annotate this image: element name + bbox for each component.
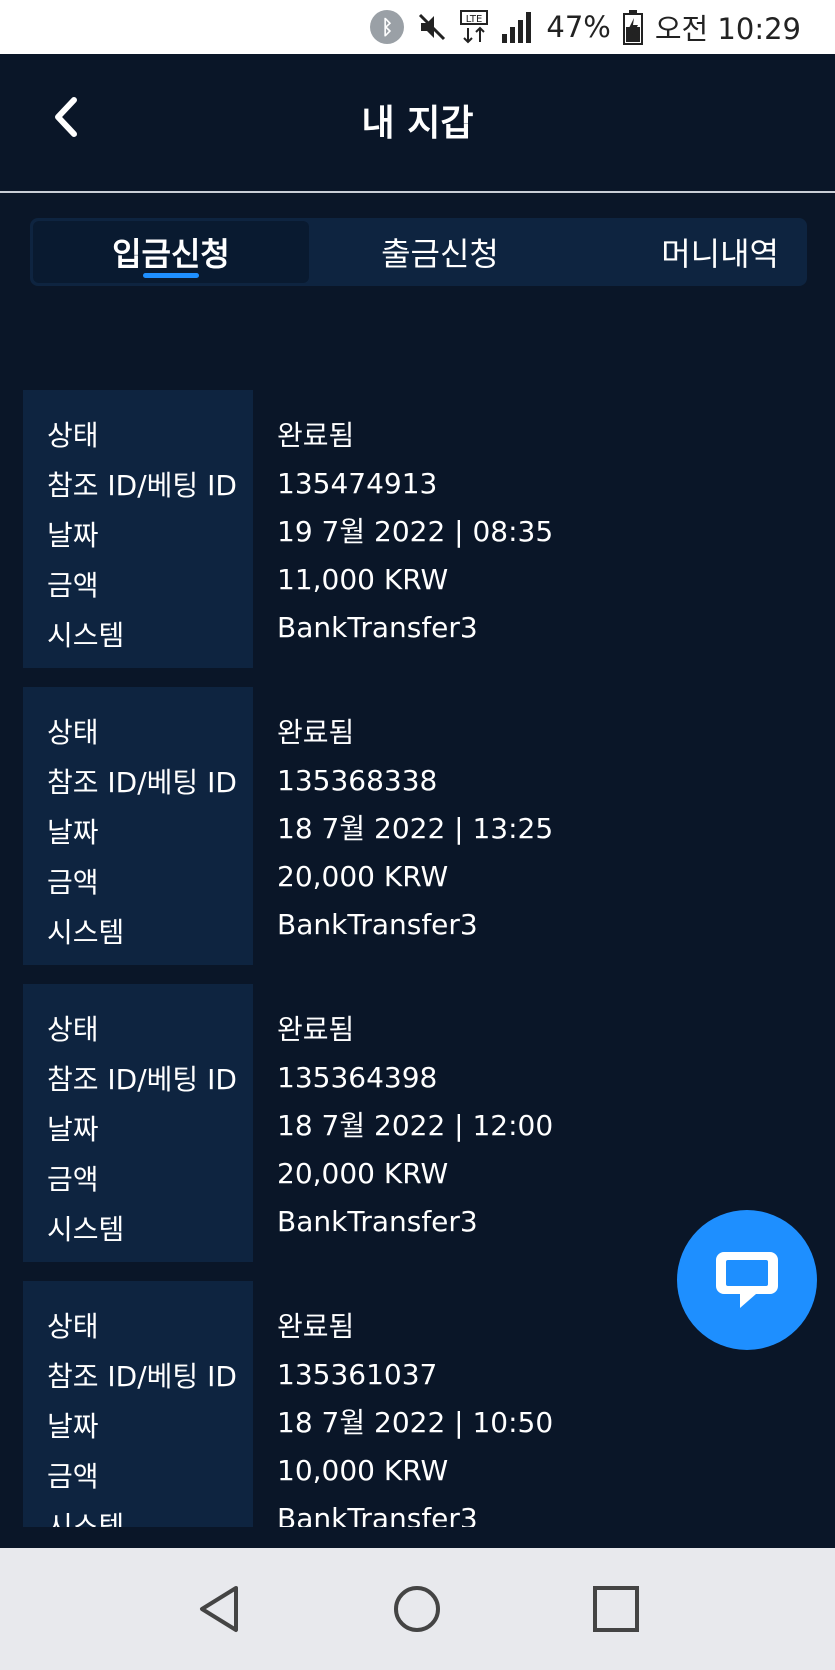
amount-label: 금액 [47,1163,99,1196]
system-label: 시스템 [47,1213,125,1246]
date-label: 날짜 [47,816,99,849]
record-values: 완료됨 135474913 19 7월 2022 | 08:35 11,000 … [253,390,553,668]
system-value: BankTransfer3 [277,1205,478,1238]
transaction-record: 상태 참조 ID/베팅 ID 날짜 금액 시스템 완료됨 135474913 1… [23,390,813,668]
ref-id-value: 135474913 [277,467,438,500]
transaction-record: 상태 참조 ID/베팅 ID 날짜 금액 시스템 완료됨 135364398 1… [23,984,813,1262]
status-value: 완료됨 [277,1310,355,1343]
clock: 오전 10:29 [654,12,801,46]
tab-money-history[interactable]: 머니내역 [571,221,807,283]
transaction-list[interactable]: 상태 참조 ID/베팅 ID 날짜 금액 시스템 완료됨 135474913 1… [0,390,835,1527]
date-value: 18 7월 2022 | 12:00 [277,1109,554,1142]
tab-label: 입금신청 [112,235,230,273]
amount-value: 11,000 KRW [277,563,449,596]
amount-value: 10,000 KRW [277,1454,449,1487]
record-labels: 상태 참조 ID/베팅 ID 날짜 금액 시스템 [23,1281,253,1527]
status-label: 상태 [47,419,99,452]
status-label: 상태 [47,1310,99,1343]
record-values: 완료됨 135361037 18 7월 2022 | 10:50 10,000 … [253,1281,553,1527]
battery-percent: 47% [546,10,611,44]
amount-label: 금액 [47,569,99,602]
system-label: 시스템 [47,916,125,949]
back-triangle-icon [200,1586,239,1632]
amount-value: 20,000 KRW [277,1157,449,1190]
app-header: 내 지갑 [0,54,835,193]
date-value: 18 7월 2022 | 13:25 [277,812,554,845]
ref-id-label: 참조 ID/베팅 ID [47,1063,237,1096]
live-chat-button[interactable] [677,1210,817,1350]
amount-value: 20,000 KRW [277,860,449,893]
transaction-record: 상태 참조 ID/베팅 ID 날짜 금액 시스템 완료됨 135368338 1… [23,687,813,965]
system-value: BankTransfer3 [277,611,478,644]
system-label: 시스템 [47,619,125,652]
signal-icon [500,10,534,44]
recents-square-icon [592,1586,639,1632]
status-bar: ᛒ LTE 47% 오전 10:29 [0,0,835,54]
home-circle-icon [394,1586,441,1632]
svg-text:LTE: LTE [466,14,483,25]
nav-back-button[interactable] [189,1579,249,1639]
status-value: 완료됨 [277,716,355,749]
tab-withdraw-request[interactable]: 출금신청 [309,221,571,283]
date-value: 18 7월 2022 | 10:50 [277,1406,554,1439]
record-values: 완료됨 135368338 18 7월 2022 | 13:25 20,000 … [253,687,553,965]
amount-label: 금액 [47,866,99,899]
system-label: 시스템 [47,1510,125,1527]
status-value: 완료됨 [277,1013,355,1046]
tab-deposit-request[interactable]: 입금신청 [33,221,309,283]
bluetooth-icon: ᛒ [370,10,405,44]
record-labels: 상태 참조 ID/베팅 ID 날짜 금액 시스템 [23,687,253,965]
record-labels: 상태 참조 ID/베팅 ID 날짜 금액 시스템 [23,984,253,1262]
record-labels: 상태 참조 ID/베팅 ID 날짜 금액 시스템 [23,390,253,668]
ref-id-label: 참조 ID/베팅 ID [47,766,237,799]
chat-bubble-icon [716,1252,778,1308]
ref-id-value: 135364398 [277,1061,438,1094]
ref-id-value: 135361037 [277,1358,438,1391]
tab-label: 출금신청 [381,235,499,273]
amount-label: 금액 [47,1460,99,1493]
nav-home-button[interactable] [387,1579,447,1639]
date-label: 날짜 [47,519,99,552]
system-value: BankTransfer3 [277,908,478,941]
status-label: 상태 [47,1013,99,1046]
ref-id-value: 135368338 [277,764,438,797]
tab-label: 머니내역 [661,235,779,273]
system-value: BankTransfer3 [277,1502,478,1527]
ref-id-label: 참조 ID/베팅 ID [47,469,237,502]
active-tab-indicator [143,273,199,278]
date-value: 19 7월 2022 | 08:35 [277,515,554,548]
status-label: 상태 [47,716,99,749]
lte-icon: LTE [460,10,489,44]
status-value: 완료됨 [277,419,355,452]
ref-id-label: 참조 ID/베팅 ID [47,1360,237,1393]
date-label: 날짜 [47,1113,99,1146]
system-nav-bar [0,1548,835,1670]
battery-icon [622,9,643,45]
nav-recents-button[interactable] [586,1579,646,1639]
mute-icon [416,11,448,43]
date-label: 날짜 [47,1410,99,1443]
page-title: 내 지갑 [361,103,474,144]
tab-bar: 입금신청 출금신청 머니내역 [30,218,807,286]
record-values: 완료됨 135364398 18 7월 2022 | 12:00 20,000 … [253,984,553,1262]
